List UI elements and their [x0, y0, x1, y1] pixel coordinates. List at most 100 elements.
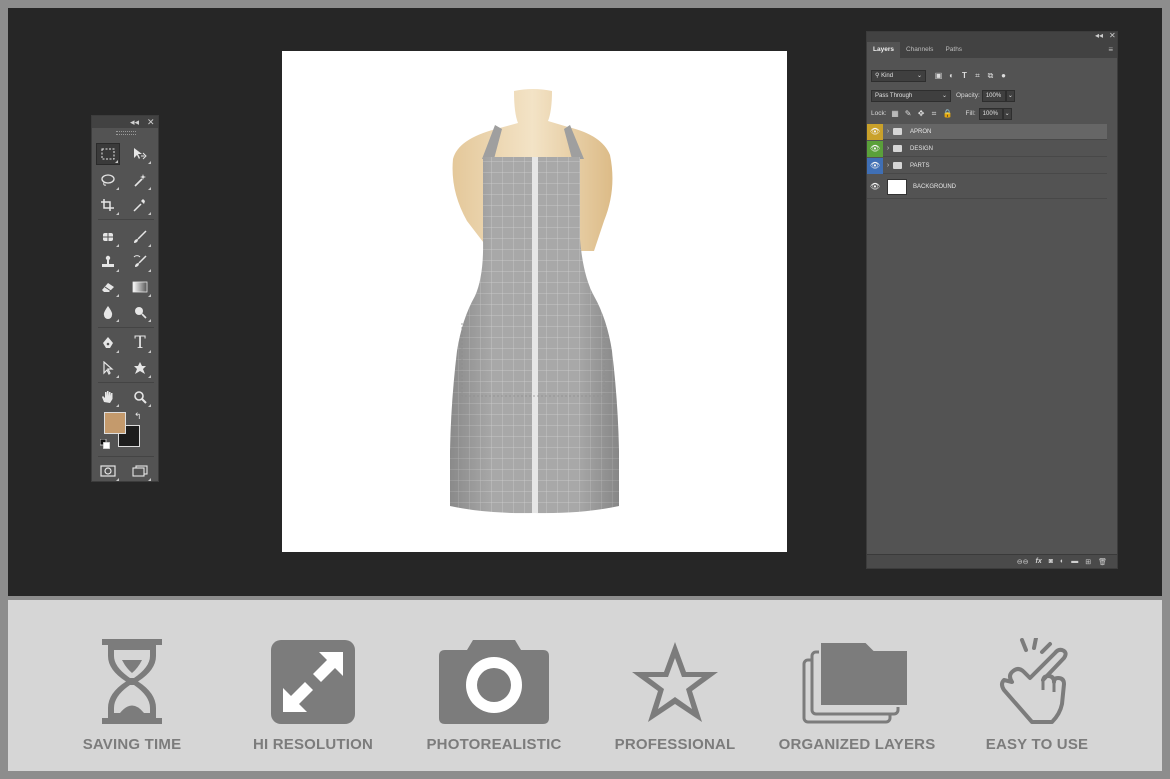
history-brush-tool-icon[interactable]	[128, 251, 152, 273]
blend-mode-select[interactable]: Pass Through ⌄	[871, 89, 951, 102]
filter-pixel-icon[interactable]: ▣	[934, 71, 943, 80]
lock-artboard-icon[interactable]: ⌗	[930, 109, 939, 118]
tab-paths[interactable]: Paths	[939, 42, 968, 58]
gradient-tool-icon[interactable]	[128, 276, 152, 298]
opacity-input[interactable]: 100%	[981, 89, 1006, 102]
crop-tool-icon[interactable]	[96, 194, 120, 216]
feature-label: PHOTOREALISTIC	[426, 736, 562, 753]
magic-wand-tool-icon[interactable]	[128, 169, 152, 191]
default-colors-icon[interactable]	[99, 436, 110, 454]
type-tool-icon[interactable]: T	[128, 332, 152, 354]
expand-arrow-icon[interactable]: ›	[883, 162, 893, 169]
filter-type-icon[interactable]: T	[960, 71, 969, 80]
filter-shape-icon[interactable]: ⌗	[973, 71, 982, 80]
eraser-tool-icon[interactable]	[96, 276, 120, 298]
visibility-eye-icon[interactable]: 👁	[867, 123, 883, 140]
panel-tabs: Layers Channels Paths ≡	[867, 42, 1117, 58]
feature-organized-layers: ORGANIZED LAYERS	[772, 600, 942, 771]
folder-icon	[893, 145, 902, 152]
chevron-down-icon: ⌄	[941, 92, 947, 99]
tab-layers[interactable]: Layers	[867, 42, 900, 58]
visibility-eye-icon[interactable]: 👁	[867, 157, 883, 174]
photoshop-workspace: ◂◂ ✕ T ↰ ◂◂ ✕ Layers Channels Paths ≡ ⚲ …	[8, 8, 1162, 596]
mask-icon[interactable]: ◙	[1049, 558, 1053, 565]
move-tool-icon[interactable]	[128, 143, 152, 165]
lock-all-icon[interactable]: 🔒	[943, 109, 953, 118]
chevron-down-icon: ⌄	[916, 72, 922, 79]
healing-brush-tool-icon[interactable]	[96, 226, 120, 248]
layers-panel: ◂◂ ✕ Layers Channels Paths ≡ ⚲ Kind ⌄ ▣ …	[866, 31, 1118, 569]
hand-tool-icon[interactable]	[96, 386, 120, 408]
marquee-tool-icon[interactable]	[96, 143, 120, 165]
folder-icon[interactable]: ▬	[1071, 558, 1078, 565]
foreground-color-swatch[interactable]	[104, 412, 126, 434]
dodge-tool-icon[interactable]	[128, 301, 152, 323]
blur-tool-icon[interactable]	[96, 301, 120, 323]
fill-label: Fill:	[965, 110, 976, 117]
close-icon[interactable]: ✕	[1109, 31, 1116, 40]
expand-arrow-icon[interactable]: ›	[883, 128, 893, 135]
trash-icon[interactable]: 🗑	[1098, 558, 1107, 566]
custom-shape-tool-icon[interactable]	[128, 357, 152, 379]
feature-photorealistic: PHOTOREALISTIC	[409, 600, 579, 771]
layers-panel-footer: ⊖⊖ fx ◙ ◐ ▬ ⊞ 🗑	[867, 554, 1117, 568]
layer-name: BACKGROUND	[913, 183, 957, 190]
zoom-tool-icon[interactable]	[128, 386, 152, 408]
fx-icon[interactable]: fx	[1036, 558, 1042, 565]
pointing-hand-icon	[952, 638, 1122, 728]
tools-divider	[98, 382, 154, 383]
document-canvas[interactable]	[282, 51, 787, 552]
drag-grip[interactable]	[92, 128, 158, 136]
layer-row-design[interactable]: 👁 › DESIGN	[867, 140, 1107, 157]
path-selection-tool-icon[interactable]	[96, 357, 120, 379]
star-icon	[590, 638, 760, 728]
collapse-icon[interactable]: ◂◂	[130, 116, 139, 128]
quick-mask-icon[interactable]	[96, 460, 120, 482]
eyedropper-tool-icon[interactable]	[128, 194, 152, 216]
feature-label: SAVING TIME	[82, 736, 182, 753]
lock-position-icon[interactable]: ✥	[917, 109, 926, 118]
screen-mode-icon[interactable]	[128, 460, 152, 482]
folder-icon	[893, 128, 902, 135]
layer-name: APRON	[910, 128, 932, 135]
clone-stamp-tool-icon[interactable]	[96, 251, 120, 273]
feature-label: PROFESSIONAL	[614, 736, 736, 753]
filter-adjustment-icon[interactable]: ◐	[947, 71, 956, 80]
fill-dropdown-icon[interactable]: ⌄	[1002, 107, 1012, 120]
layer-row-parts[interactable]: 👁 › PARTS	[867, 157, 1107, 174]
opacity-label: Opacity:	[956, 92, 980, 99]
visibility-eye-icon[interactable]: 👁	[867, 179, 883, 195]
lock-image-icon[interactable]: ✎	[904, 109, 913, 118]
visibility-eye-icon[interactable]: 👁	[867, 140, 883, 157]
layers-panel-header: ◂◂ ✕	[867, 31, 1117, 42]
brush-tool-icon[interactable]	[128, 226, 152, 248]
blend-row: Pass Through ⌄ Opacity: 100% ⌄	[867, 87, 1117, 104]
opacity-dropdown-icon[interactable]: ⌄	[1005, 89, 1015, 102]
adjustment-icon[interactable]: ◐	[1060, 558, 1064, 565]
layer-row-background[interactable]: 👁 BACKGROUND	[867, 175, 1107, 199]
pen-tool-icon[interactable]	[96, 332, 120, 354]
filter-kind-value: Kind	[881, 72, 894, 79]
apron-mockup-image	[450, 89, 619, 514]
filter-toggle-icon[interactable]: ●	[999, 71, 1008, 80]
layers-folder-icon	[772, 638, 942, 728]
collapse-icon[interactable]: ◂◂	[1095, 31, 1103, 40]
panel-menu-icon[interactable]: ≡	[1108, 45, 1113, 54]
hourglass-icon	[47, 638, 217, 728]
tools-divider	[98, 327, 154, 328]
layer-row-apron[interactable]: 👁 › APRON	[867, 123, 1107, 140]
camera-icon	[409, 638, 579, 728]
filter-smart-object-icon[interactable]: ⧉	[986, 71, 995, 80]
fill-input[interactable]: 100%	[978, 107, 1003, 120]
lasso-tool-icon[interactable]	[96, 169, 120, 191]
expand-arrow-icon[interactable]: ›	[883, 145, 893, 152]
close-icon[interactable]: ✕	[147, 116, 155, 128]
swap-colors-icon[interactable]: ↰	[134, 411, 142, 422]
link-icon[interactable]: ⊖⊖	[1017, 558, 1029, 566]
filter-kind-select[interactable]: ⚲ Kind ⌄	[871, 69, 926, 82]
tab-channels[interactable]: Channels	[900, 42, 939, 58]
new-layer-icon[interactable]: ⊞	[1085, 558, 1091, 566]
blend-mode-value: Pass Through	[875, 92, 913, 99]
feature-label: ORGANIZED LAYERS	[778, 736, 936, 753]
lock-transparent-icon[interactable]: ▦	[891, 109, 900, 118]
